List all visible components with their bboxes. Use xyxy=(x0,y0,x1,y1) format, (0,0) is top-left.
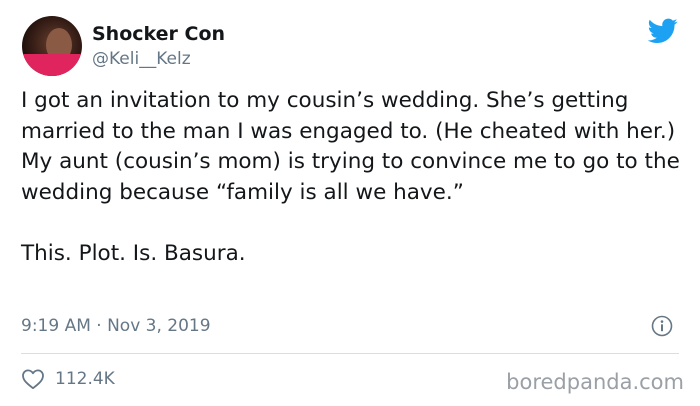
tweet-text: I got an invitation to my cousin’s weddi… xyxy=(21,88,680,266)
twitter-bird-icon[interactable] xyxy=(648,18,678,44)
info-icon[interactable] xyxy=(651,315,673,337)
avatar[interactable] xyxy=(22,16,82,76)
watermark: boredpanda.com xyxy=(506,370,684,394)
display-name[interactable]: Shocker Con xyxy=(92,22,225,46)
divider xyxy=(21,353,679,354)
like-count: 112.4K xyxy=(55,369,115,389)
avatar-shirt xyxy=(22,54,82,76)
tweet-timestamp[interactable]: 9:19 AM · Nov 3, 2019 xyxy=(21,315,211,337)
heart-icon xyxy=(22,369,44,390)
tweet-card: Shocker Con @Keli__Kelz I got an invitat… xyxy=(0,0,700,406)
user-handle[interactable]: @Keli__Kelz xyxy=(92,48,191,70)
like-button[interactable]: 112.4K xyxy=(21,367,115,391)
